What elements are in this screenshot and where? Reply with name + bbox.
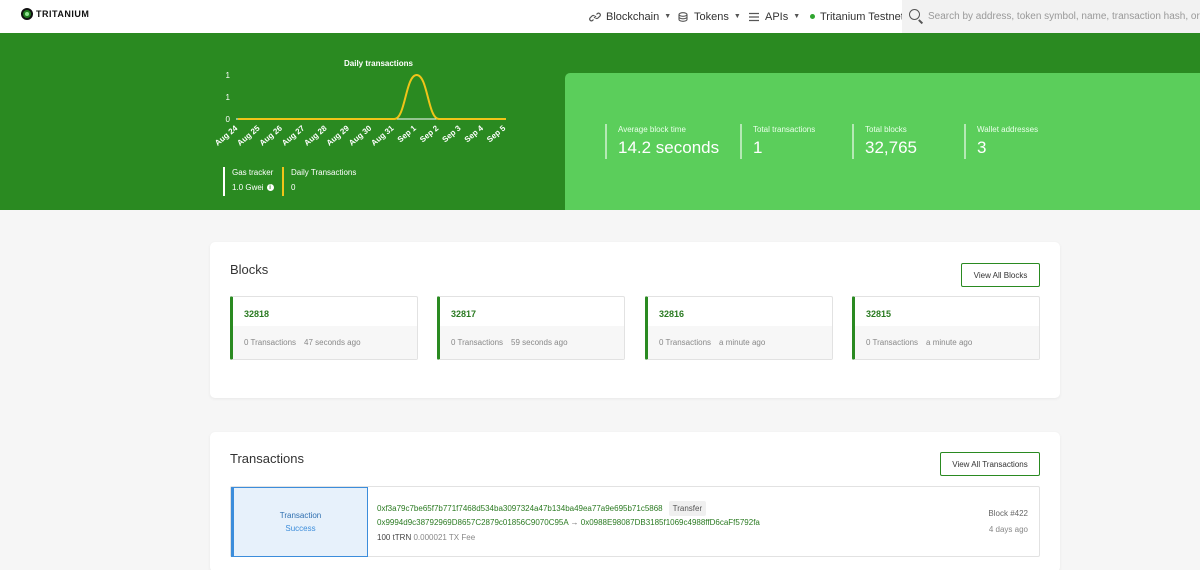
transactions-title: Transactions (230, 451, 304, 466)
blocks-card: Blocks View All Blocks 32818 0 Transacti… (210, 242, 1060, 398)
network-status-dot (810, 14, 815, 19)
daily-transactions-value: 0 (291, 183, 296, 192)
transaction-type: Transaction (279, 511, 322, 520)
daily-transactions-label: Daily Transactions (291, 168, 357, 177)
transaction-hash-row: 0xf3a79c7be65f7b771f7468d534ba3097324a47… (377, 501, 707, 516)
transaction-status-text: Success (285, 524, 316, 533)
block-age: 47 seconds ago (304, 338, 361, 347)
transaction-addresses: 0x9994d9c38792969D8657C2879c01856C9070C9… (377, 518, 760, 527)
link-icon (589, 12, 601, 21)
block-number[interactable]: 32818 (244, 309, 269, 319)
nav-apis-label: APIs (765, 10, 789, 23)
transaction-fee: 0.000021 TX Fee (413, 533, 476, 542)
to-address-link[interactable]: 0x0988E98087DB3185f1069c4988ffD6caFf5792… (581, 518, 760, 527)
daily-transactions-chart: 110Aug 24Aug 25Aug 26Aug 27Aug 28Aug 29A… (213, 71, 508, 148)
network-selector[interactable]: Tritanium Testnet (810, 0, 904, 33)
chevron-down-icon: ▼ (733, 13, 741, 20)
x-tick-label: Sep 2 (418, 123, 441, 144)
nav-apis[interactable]: APIs ▼ (748, 0, 800, 33)
transaction-tag: Transfer (668, 501, 707, 516)
from-address-link[interactable]: 0x9994d9c38792969D8657C2879c01856C9070C9… (377, 518, 568, 527)
block-tile[interactable]: 32817 0 Transactions 59 seconds ago (437, 296, 625, 360)
stat-value: 32,765 (865, 138, 917, 157)
gas-tracker-label: Gas tracker (232, 168, 274, 177)
stat-total-transactions: Total transactions 1 (740, 124, 815, 159)
stat-average-block-time: Average block time 14.2 seconds (605, 124, 719, 159)
info-icon[interactable]: i (266, 184, 274, 191)
nav-tokens-label: Tokens (694, 10, 729, 23)
x-tick-label: Sep 5 (485, 123, 508, 144)
x-tick-label: Aug 25 (235, 123, 262, 147)
stat-label: Wallet addresses (977, 125, 1039, 134)
block-number[interactable]: 32816 (659, 309, 684, 319)
menu-icon (749, 12, 759, 21)
stat-wallet-addresses: Wallet addresses 3 (964, 124, 1038, 159)
x-tick-label: Aug 27 (280, 123, 307, 147)
network-label: Tritanium Testnet (820, 10, 904, 23)
block-number[interactable]: 32815 (866, 309, 891, 319)
transaction-amount: 100 tTRN (377, 533, 412, 542)
nav-tokens[interactable]: Tokens ▼ (677, 0, 741, 33)
stat-value: 14.2 seconds (618, 138, 720, 157)
block-age: 59 seconds ago (511, 338, 568, 347)
y-tick-label: 1 (226, 93, 231, 102)
y-tick-label: 0 (226, 115, 231, 124)
transaction-amount-row: 100 tTRN 0.000021 TX Fee (377, 533, 475, 542)
stat-label: Total blocks (865, 125, 907, 134)
logo[interactable]: TRITANIUM (21, 8, 89, 20)
gas-tracker: Gas tracker 1.0 Gwei i (223, 167, 274, 196)
stat-value: 1 (753, 138, 763, 157)
coins-icon (678, 11, 688, 22)
blocks-title: Blocks (230, 262, 269, 277)
top-navbar: TRITANIUM Blockchain ▼ Tokens ▼ APIs ▼ T… (0, 0, 1200, 33)
stat-total-blocks: Total blocks 32,765 (852, 124, 917, 159)
x-tick-label: Aug 28 (302, 123, 329, 147)
daily-transactions-stat: Daily Transactions 0 (282, 167, 356, 196)
view-all-transactions-button[interactable]: View All Transactions (940, 452, 1040, 476)
logo-icon (21, 8, 33, 20)
search-input[interactable] (928, 7, 1200, 25)
x-tick-label: Aug 26 (258, 123, 285, 147)
gas-tracker-value-row: 1.0 Gwei i (232, 183, 274, 192)
block-tx-count: 0 Transactions (451, 338, 504, 347)
y-tick-label: 1 (226, 71, 231, 80)
x-tick-label: Aug 30 (347, 123, 374, 147)
transaction-hash-link[interactable]: 0xf3a79c7be65f7b771f7468d534ba3097324a47… (377, 504, 663, 513)
block-tile[interactable]: 32818 0 Transactions 47 seconds ago (230, 296, 418, 360)
block-tile[interactable]: 32816 0 Transactions a minute ago (645, 296, 833, 360)
transaction-block-link[interactable]: Block #422 (988, 509, 1028, 518)
x-tick-label: Aug 31 (369, 123, 396, 147)
stat-label: Average block time (618, 125, 686, 134)
block-age: a minute ago (926, 338, 973, 347)
logo-text: TRITANIUM (36, 9, 90, 19)
view-all-blocks-button[interactable]: View All Blocks (961, 263, 1040, 287)
search-bar (902, 0, 1200, 33)
x-tick-label: Aug 29 (325, 123, 352, 147)
block-tx-count: 0 Transactions (244, 338, 297, 347)
stats-panel: Average block time 14.2 seconds Total tr… (565, 73, 1200, 210)
block-number[interactable]: 32817 (451, 309, 476, 319)
x-tick-label: Sep 4 (463, 123, 486, 144)
stat-label: Total transactions (753, 125, 816, 134)
stat-value: 3 (977, 138, 987, 157)
transaction-status: Transaction Success (231, 487, 368, 557)
x-tick-label: Aug 24 (213, 123, 240, 147)
gas-tracker-value: 1.0 Gwei (232, 183, 264, 192)
x-tick-label: Sep 3 (440, 123, 463, 144)
chevron-down-icon: ▼ (664, 13, 672, 20)
nav-blockchain[interactable]: Blockchain ▼ (589, 0, 671, 33)
x-tick-label: Sep 1 (396, 123, 419, 144)
search-icon[interactable] (909, 9, 920, 20)
block-tx-count: 0 Transactions (659, 338, 712, 347)
arrow-right-icon: → (570, 518, 579, 527)
series-line (237, 73, 506, 120)
block-age: a minute ago (719, 338, 766, 347)
transaction-age: 4 days ago (988, 525, 1028, 534)
block-tx-count: 0 Transactions (866, 338, 919, 347)
nav-blockchain-label: Blockchain (606, 10, 660, 23)
block-tile[interactable]: 32815 0 Transactions a minute ago (852, 296, 1040, 360)
chevron-down-icon: ▼ (793, 13, 801, 20)
transactions-card: Transactions View All Transactions Trans… (210, 432, 1060, 570)
transaction-row: Transaction Success 0xf3a79c7be65f7b771f… (230, 486, 1040, 557)
